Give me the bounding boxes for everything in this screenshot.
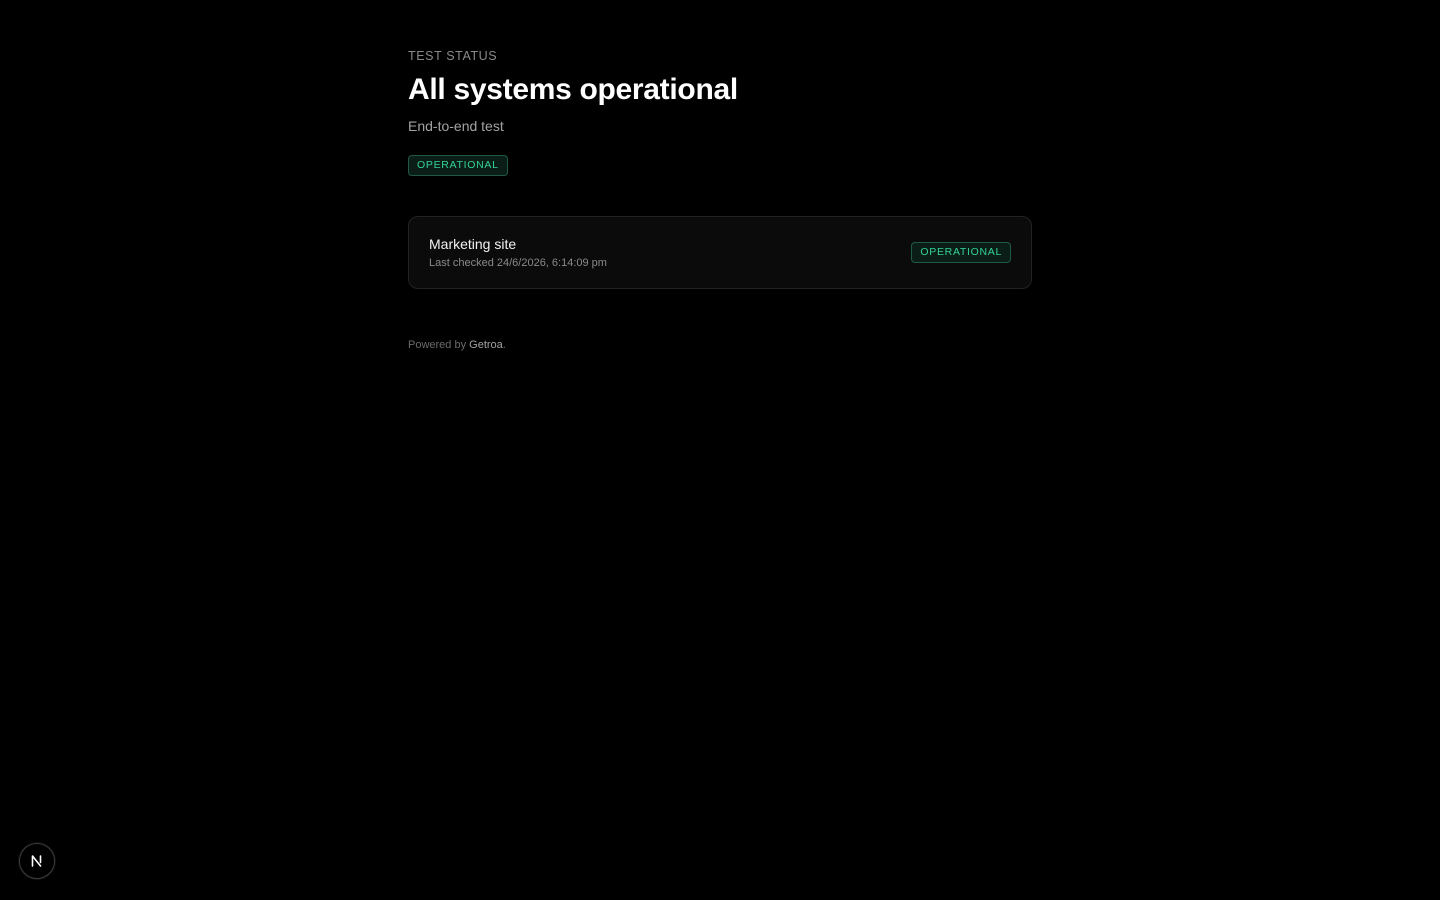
overall-status-badge: OPERATIONAL: [408, 155, 508, 176]
page-subtitle: End-to-end test: [408, 118, 504, 134]
footer-brand-link[interactable]: Getroa: [469, 339, 503, 351]
service-status-badge: OPERATIONAL: [911, 242, 1011, 263]
footer-prefix: Powered by: [408, 339, 470, 351]
footer-suffix: .: [502, 339, 506, 351]
status-page: TEST STATUS All systems operational End-…: [0, 0, 1440, 900]
nextjs-logo-icon: [31, 855, 42, 867]
service-name: Marketing site: [429, 236, 517, 252]
service-last-checked: Last checked 24/6/2026, 6:14:09 pm: [429, 257, 607, 269]
page-title: All systems operational: [408, 73, 738, 106]
footer: Powered by Getroa.: [408, 338, 506, 352]
dev-tools-button[interactable]: [19, 843, 55, 879]
page-eyebrow: TEST STATUS: [408, 49, 498, 63]
service-card: Marketing site Last checked 24/6/2026, 6…: [408, 216, 1032, 289]
